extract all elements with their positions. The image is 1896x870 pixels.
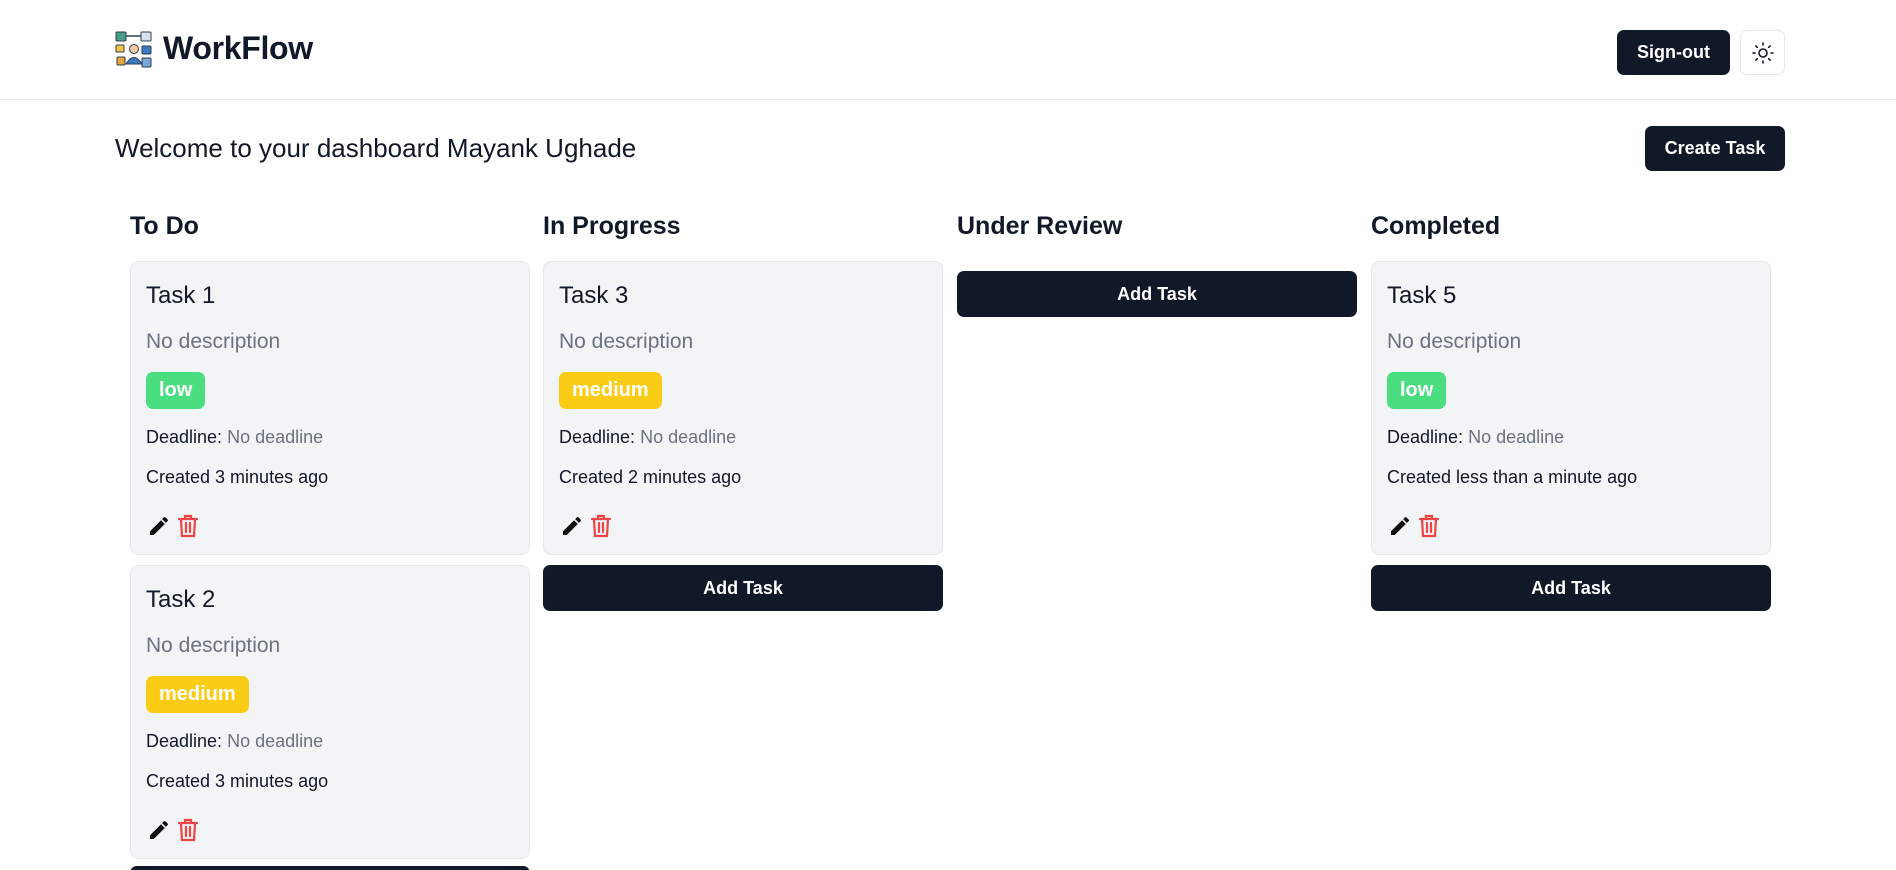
task-deadline: Deadline: No deadline [146,427,323,448]
task-description: No description [1387,330,1522,353]
task-description: No description [146,634,281,657]
task-card[interactable]: Task 2 No description medium Deadline: N… [130,565,530,859]
column-title: Completed [1371,212,1501,240]
sun-icon [1751,41,1774,64]
deadline-value: No deadline [227,731,324,751]
task-created: Created 3 minutes ago [146,771,329,791]
deadline-label: Deadline: [1387,427,1464,447]
task-card[interactable]: Task 1 No description low Deadline: No d… [130,261,530,555]
task-card[interactable]: Task 5 No description low Deadline: No d… [1371,261,1771,555]
task-card[interactable]: Task 3 No description medium Deadline: N… [543,261,943,555]
deadline-label: Deadline: [146,731,223,751]
deadline-value: No deadline [227,427,324,447]
task-created: Created less than a minute ago [1387,467,1638,487]
priority-badge: medium [146,676,249,713]
task-deadline: Deadline: No deadline [146,731,323,752]
column-completed: Completed Task 5 No description low Dead… [1371,212,1771,611]
priority-badge: low [1387,372,1447,409]
add-task-button[interactable]: Add Task [130,866,530,870]
column-in-progress: In Progress Task 3 No description medium… [543,212,943,611]
column-title: To Do [130,212,199,240]
task-title: Task 3 [559,282,629,309]
task-created: Created 2 minutes ago [559,467,742,487]
create-task-button[interactable]: Create Task [1645,126,1785,171]
deadline-value: No deadline [640,427,737,447]
trash-icon[interactable] [176,513,200,539]
task-title: Task 1 [146,282,216,309]
column-to-do: To Do Task 1 No description low Deadline… [130,212,530,870]
sign-out-button[interactable]: Sign-out [1617,30,1730,75]
task-title: Task 5 [1387,282,1457,309]
trash-icon[interactable] [176,817,200,843]
task-deadline: Deadline: No deadline [559,427,736,448]
priority-badge: low [146,372,206,409]
column-under-review: Under Review Add Task [957,212,1357,317]
task-created: Created 3 minutes ago [146,467,329,487]
task-deadline: Deadline: No deadline [1387,427,1564,448]
pencil-icon[interactable] [147,514,171,538]
column-title: In Progress [543,212,681,240]
deadline-label: Deadline: [559,427,636,447]
app-title: WorkFlow [163,30,313,66]
add-task-button[interactable]: Add Task [957,271,1357,317]
add-task-button[interactable]: Add Task [543,565,943,611]
task-description: No description [146,330,281,353]
welcome-message: Welcome to your dashboard Mayank Ughade [115,133,637,163]
pencil-icon[interactable] [147,818,171,842]
pencil-icon[interactable] [560,514,584,538]
column-title: Under Review [957,212,1123,240]
priority-badge: medium [559,372,662,409]
pencil-icon[interactable] [1388,514,1412,538]
app-header: WorkFlow Sign-out [0,0,1896,100]
workflow-logo-icon [115,31,152,68]
trash-icon[interactable] [1417,513,1441,539]
theme-toggle-button[interactable] [1740,30,1785,75]
task-title: Task 2 [146,586,216,613]
add-task-button[interactable]: Add Task [1371,565,1771,611]
deadline-label: Deadline: [146,427,223,447]
trash-icon[interactable] [589,513,613,539]
deadline-value: No deadline [1468,427,1565,447]
task-description: No description [559,330,694,353]
